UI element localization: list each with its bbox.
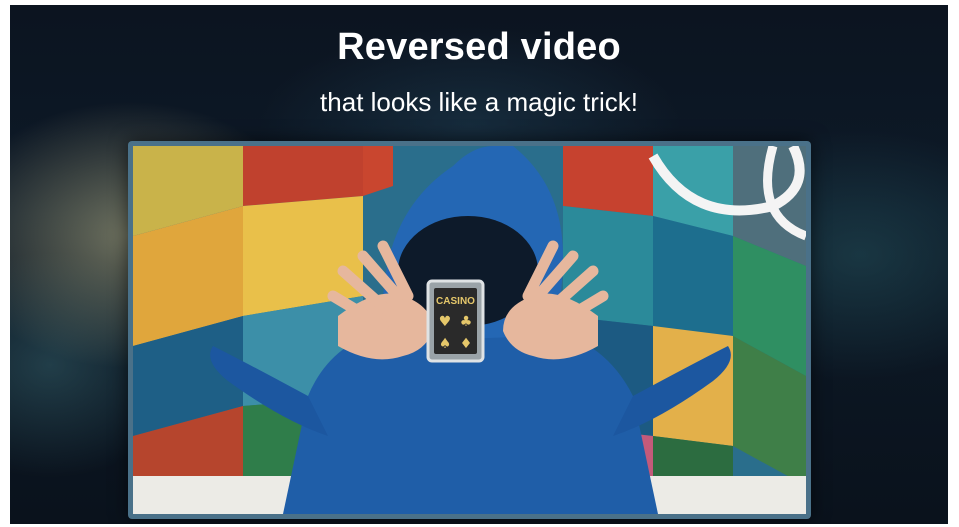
magician-photo: CASINO ♥ ♣ ♠ ♦ <box>133 146 806 514</box>
card-label: CASINO <box>436 296 475 307</box>
svg-text:♦: ♦ <box>460 336 473 352</box>
video-preview-frame[interactable]: CASINO ♥ ♣ ♠ ♦ <box>128 141 811 519</box>
svg-text:♥: ♥ <box>439 314 452 330</box>
promo-title: Reversed video <box>337 26 621 68</box>
magician-illustration: CASINO ♥ ♣ ♠ ♦ <box>133 146 806 514</box>
promo-subtitle: that looks like a magic trick! <box>320 87 638 117</box>
svg-text:♣: ♣ <box>460 314 473 330</box>
promo-banner: Reversed video that looks like a magic t… <box>10 5 948 524</box>
svg-text:♠: ♠ <box>439 336 452 352</box>
